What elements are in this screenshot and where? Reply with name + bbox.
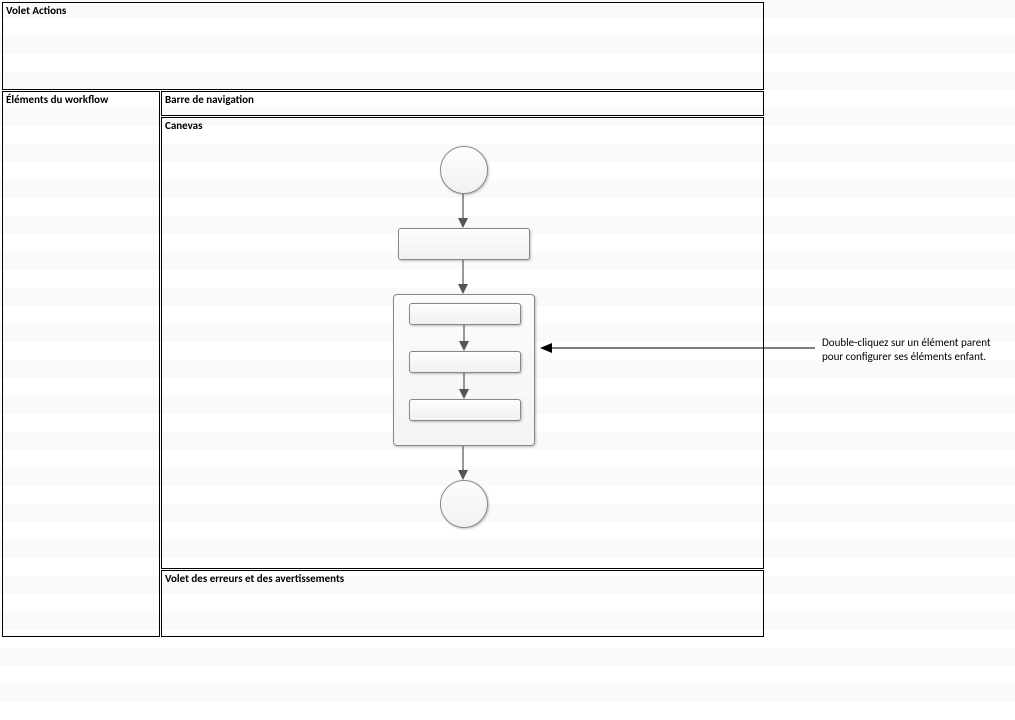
child-activity-node[interactable]: [409, 303, 521, 325]
callout-text: Double-cliquez sur un élément parent pou…: [822, 336, 991, 364]
parent-container-node[interactable]: [393, 294, 535, 446]
errors-pane-label: Volet des erreurs et des avertissements: [165, 572, 344, 585]
activity-node[interactable]: [398, 228, 530, 260]
arrow-icon: [456, 260, 470, 294]
actions-pane: Volet Actions: [2, 2, 764, 90]
actions-pane-label: Volet Actions: [6, 4, 66, 17]
navigation-bar-label: Barre de navigation: [165, 93, 254, 106]
errors-pane: Volet des erreurs et des avertissements: [161, 570, 764, 637]
callout-arrow-icon: [540, 340, 815, 356]
arrow-icon: [457, 325, 471, 351]
workflow-elements-pane: Éléments du workflow: [2, 91, 160, 637]
navigation-bar-pane: Barre de navigation: [161, 91, 764, 116]
arrow-icon: [457, 373, 471, 399]
end-node-icon[interactable]: [440, 480, 488, 528]
canvas-label: Canevas: [165, 119, 203, 132]
arrow-icon: [456, 194, 470, 228]
callout-line-2: pour configurer ses éléments enfant.: [822, 350, 986, 363]
arrow-icon: [456, 446, 470, 480]
child-activity-node[interactable]: [409, 399, 521, 421]
workflow-elements-label: Éléments du workflow: [6, 93, 108, 106]
start-node-icon[interactable]: [440, 146, 488, 194]
child-activity-node[interactable]: [409, 351, 521, 373]
callout-line-1: Double-cliquez sur un élément parent: [822, 336, 991, 349]
